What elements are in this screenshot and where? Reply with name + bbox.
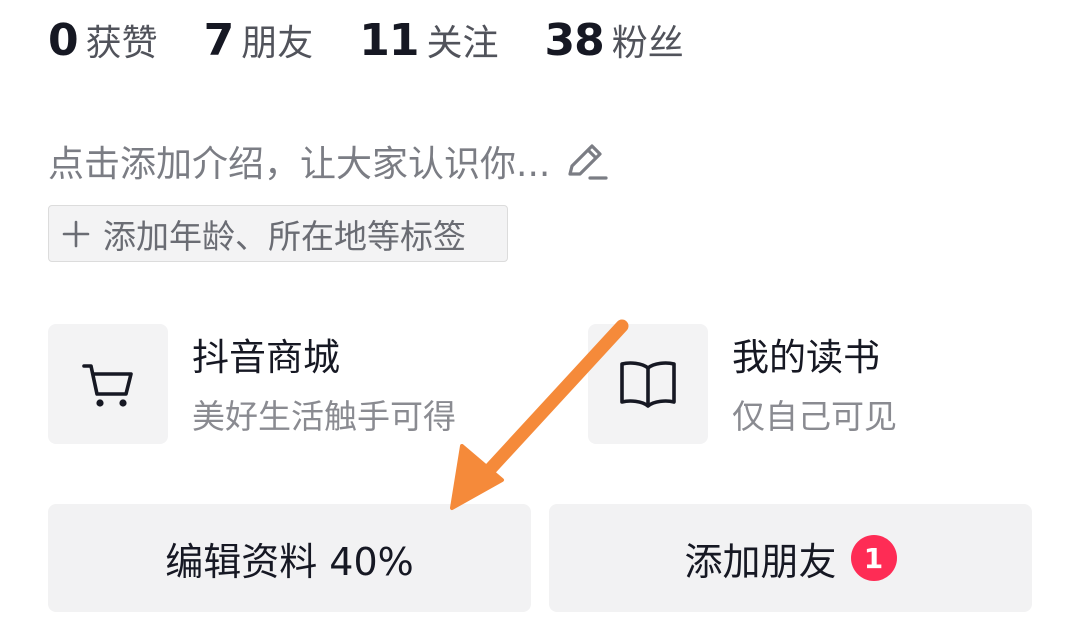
service-reading-subtitle: 仅自己可见 [732, 397, 897, 436]
book-icon [620, 361, 676, 408]
edit-profile-label: 编辑资料 40% [165, 539, 414, 584]
stat-following-label: 关注 [426, 23, 499, 64]
add-friends-label: 添加朋友 [684, 539, 837, 584]
stat-followers-label: 粉丝 [611, 23, 684, 64]
stat-followers-count: 38 [544, 15, 605, 66]
stat-following-count: 11 [359, 15, 419, 66]
service-mall-subtitle: 美好生活触手可得 [192, 397, 456, 436]
bio-edit[interactable]: 点击添加介绍，让大家认识你... [48, 132, 608, 190]
service-reading[interactable]: 我的读书 仅自己可见 [588, 324, 897, 444]
stat-friends-label: 朋友 [241, 23, 314, 64]
stat-likes[interactable]: 0 获赞 [48, 14, 158, 66]
cart-icon [82, 364, 133, 407]
stat-friends-count: 7 [203, 15, 235, 66]
add-tags-label: 添加年龄、所在地等标签 [103, 216, 466, 256]
service-mall-title: 抖音商城 [192, 336, 340, 379]
notification-badge: 1 [850, 535, 897, 581]
service-reading-icon-box [588, 324, 708, 444]
pencil-icon [568, 144, 608, 180]
bio-placeholder: 点击添加介绍，让大家认识你... [48, 144, 551, 185]
edit-profile-button[interactable]: 编辑资料 40% [48, 504, 531, 612]
stat-friends[interactable]: 7 朋友 [204, 14, 314, 66]
profile-stats: 0 获赞 7 朋友 11 关注 38 粉丝 [48, 8, 730, 72]
plus-icon [62, 220, 90, 247]
service-mall[interactable]: 抖音商城 美好生活触手可得 [48, 324, 456, 444]
stat-followers[interactable]: 38 粉丝 [545, 14, 684, 66]
stat-likes-count: 0 [48, 15, 79, 66]
stat-following[interactable]: 11 关注 [359, 14, 498, 66]
stat-likes-label: 获赞 [85, 23, 158, 64]
service-mall-icon-box [48, 324, 168, 444]
service-reading-title: 我的读书 [732, 336, 880, 379]
add-friends-button[interactable]: 添加朋友 1 [549, 504, 1032, 612]
add-tags-button[interactable]: 添加年龄、所在地等标签 [48, 205, 508, 262]
